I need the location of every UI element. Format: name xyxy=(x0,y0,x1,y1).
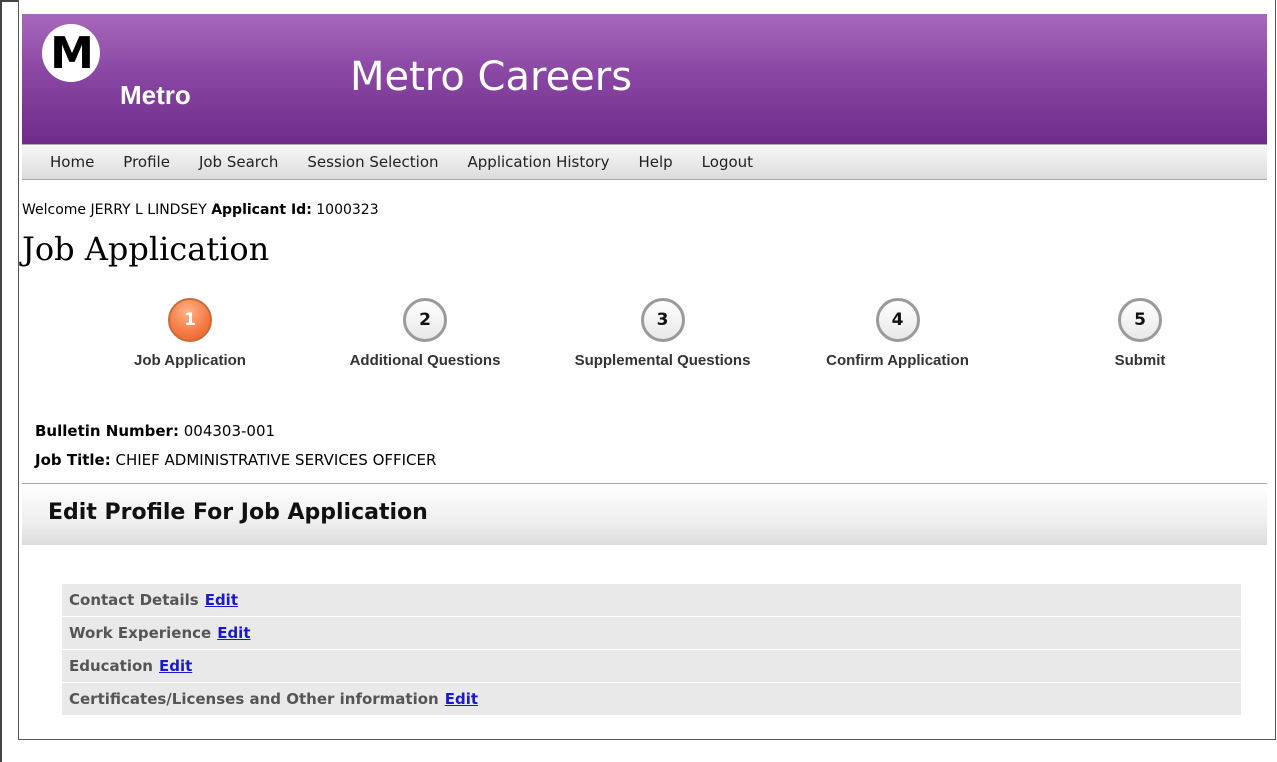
work-experience-label: Work Experience xyxy=(69,624,212,642)
metro-logo-text: Metro xyxy=(120,80,191,110)
nav-profile[interactable]: Profile xyxy=(123,153,170,171)
metro-logo-icon[interactable]: M xyxy=(42,24,100,82)
contact-details-edit-link[interactable]: Edit xyxy=(205,591,238,609)
education-label: Education xyxy=(69,657,153,675)
bulletin-number-value: 004303-001 xyxy=(183,422,276,440)
step-4[interactable]: 4 Confirm Application xyxy=(815,298,980,369)
certificates-edit-link[interactable]: Edit xyxy=(445,690,478,708)
work-experience-edit-link[interactable]: Edit xyxy=(217,624,250,642)
step-3-label: Supplemental Questions xyxy=(574,352,751,369)
job-title-value: CHIEF ADMINISTRATIVE SERVICES OFFICER xyxy=(115,451,437,469)
site-header: M Metro Metro Careers xyxy=(22,14,1267,144)
list-item-contact-details: Contact Details Edit xyxy=(62,584,1241,617)
welcome-line: Welcome JERRY L LINDSEY Applicant Id: 10… xyxy=(22,202,379,218)
certificates-label: Certificates/Licenses and Other informat… xyxy=(69,690,439,708)
list-item-education: Education Edit xyxy=(62,650,1241,683)
nav-home[interactable]: Home xyxy=(50,153,94,171)
nav-job-search[interactable]: Job Search xyxy=(199,153,278,171)
site-title: Metro Careers xyxy=(350,54,633,100)
nav-session-selection[interactable]: Session Selection xyxy=(307,153,438,171)
step-1[interactable]: 1 Job Application xyxy=(130,298,250,369)
step-1-circle: 1 xyxy=(168,298,212,342)
list-item-certificates: Certificates/Licenses and Other informat… xyxy=(62,683,1241,716)
step-4-circle: 4 xyxy=(875,298,920,342)
step-2[interactable]: 2 Additional Questions xyxy=(345,298,505,369)
section-title: Edit Profile For Job Application xyxy=(48,500,428,525)
step-3[interactable]: 3 Supplemental Questions xyxy=(565,298,760,369)
job-title: Job Title: CHIEF ADMINISTRATIVE SERVICES… xyxy=(35,451,436,469)
bulletin-number-label: Bulletin Number: xyxy=(35,422,179,440)
bulletin-number: Bulletin Number: 004303-001 xyxy=(35,422,275,440)
step-3-circle: 3 xyxy=(640,298,685,342)
frame-top-line xyxy=(0,0,18,2)
page-title: Job Application xyxy=(22,230,270,268)
job-title-label: Job Title: xyxy=(35,451,111,469)
step-5[interactable]: 5 Submit xyxy=(1100,298,1180,369)
applicant-id-value: 1000323 xyxy=(316,202,379,218)
step-4-label: Confirm Application xyxy=(826,352,969,369)
step-5-circle: 5 xyxy=(1118,298,1162,342)
nav-help[interactable]: Help xyxy=(638,153,672,171)
step-5-label: Submit xyxy=(1114,352,1166,369)
section-header: Edit Profile For Job Application xyxy=(22,483,1267,545)
list-item-work-experience: Work Experience Edit xyxy=(62,617,1241,650)
step-1-label: Job Application xyxy=(134,352,246,369)
welcome-text: Welcome JERRY L LINDSEY xyxy=(22,202,207,218)
nav-application-history[interactable]: Application History xyxy=(468,153,610,171)
step-2-circle: 2 xyxy=(403,298,447,342)
main-nav: Home Profile Job Search Session Selectio… xyxy=(22,144,1267,180)
education-edit-link[interactable]: Edit xyxy=(159,657,192,675)
nav-logout[interactable]: Logout xyxy=(702,153,753,171)
step-2-label: Additional Questions xyxy=(349,352,501,369)
frame-left-line xyxy=(0,0,2,762)
profile-section-list: Contact Details Edit Work Experience Edi… xyxy=(62,584,1241,716)
applicant-id-label: Applicant Id: xyxy=(211,202,312,218)
contact-details-label: Contact Details xyxy=(69,591,199,609)
